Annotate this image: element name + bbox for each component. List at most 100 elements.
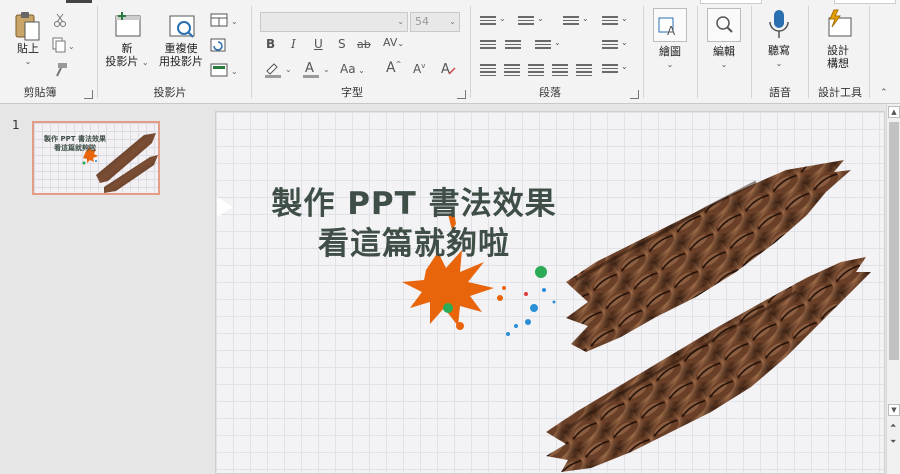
change-case-button[interactable]: Aa ⌄ xyxy=(340,62,365,76)
font-name-combobox[interactable]: ⌄ xyxy=(260,12,408,32)
slide-canvas[interactable]: 製作 PPT 書法效果 看這篇就夠啦 xyxy=(215,111,885,474)
numbering-icon[interactable] xyxy=(518,14,534,28)
ribbon: 貼上 ⌄ ⌄ 剪貼簿 新 投影片 ⌄ 重複使 用投影片 ⌄ ⌄ 投影片 ⌄ 54… xyxy=(0,0,900,104)
calligraphy-artwork xyxy=(402,160,871,472)
highlight-icon[interactable]: ⌄ xyxy=(264,60,294,78)
svg-text:⌄: ⌄ xyxy=(231,17,238,26)
align-right-icon[interactable] xyxy=(528,62,544,76)
svg-text:A: A xyxy=(441,62,450,76)
group-separator xyxy=(808,6,809,98)
scroll-thumb[interactable] xyxy=(889,122,899,360)
dictate-label: 聽寫 xyxy=(768,44,790,57)
clear-formatting-icon[interactable]: A xyxy=(440,60,456,77)
svg-text:⌄: ⌄ xyxy=(285,65,292,74)
italic-button[interactable]: I xyxy=(291,37,296,51)
scroll-up-icon[interactable]: ▲ xyxy=(888,106,900,118)
chevron-down-icon: ⌄ xyxy=(775,59,783,68)
format-painter-icon[interactable] xyxy=(52,62,68,78)
slide-title[interactable]: 製作 PPT 書法效果 看這篇就夠啦 xyxy=(244,184,584,264)
microphone-icon xyxy=(764,8,794,42)
ribbon-top-edge xyxy=(700,0,762,4)
next-slide-icon[interactable]: ⏷ xyxy=(890,438,896,446)
design-ideas-icon xyxy=(823,8,853,42)
designer-group-label: 設計工具 xyxy=(818,86,862,99)
new-slide-button[interactable]: 新 投影片 ⌄ xyxy=(103,10,151,69)
increase-indent-icon[interactable] xyxy=(505,38,521,52)
thumbnail-title: 製作 PPT 書法效果 看這篇就夠啦 xyxy=(42,135,108,153)
editing-button[interactable]: 編輯 ⌄ xyxy=(704,8,744,71)
design-ideas-button[interactable]: 設計 構想 xyxy=(815,8,861,70)
ribbon-top-edge-2 xyxy=(834,0,896,4)
chevron-down-icon: ⌄ xyxy=(666,60,674,69)
chevron-down-icon: ⌄ xyxy=(621,14,628,23)
voice-group-label: 語音 xyxy=(769,86,791,99)
paste-button[interactable]: 貼上 ⌄ xyxy=(8,10,48,68)
section-icon[interactable]: ⌄ xyxy=(210,62,240,78)
chevron-down-icon: ⌄ xyxy=(449,17,456,26)
font-size-combobox[interactable]: 54 ⌄ xyxy=(410,12,460,32)
group-separator xyxy=(751,6,752,98)
shadow-button[interactable]: S xyxy=(338,37,346,51)
reuse-slides-button[interactable]: 重複使 用投影片 xyxy=(156,10,206,68)
slide-title-line-1: 製作 PPT 書法效果 xyxy=(271,186,557,222)
scroll-down-icon[interactable]: ▼ xyxy=(888,404,900,416)
underline-button[interactable]: U xyxy=(314,37,323,51)
slide-title-line-2: 看這篇就夠啦 xyxy=(318,226,510,262)
decrease-indent-icon[interactable] xyxy=(480,38,496,52)
distributed-icon[interactable] xyxy=(576,62,592,76)
drawing-button[interactable]: A 繪圖 ⌄ xyxy=(650,8,690,71)
bold-button[interactable]: B xyxy=(266,37,275,51)
text-direction-icon[interactable] xyxy=(602,14,618,28)
paste-icon xyxy=(13,10,43,41)
line-spacing-icon[interactable] xyxy=(563,14,579,28)
align-text-icon[interactable] xyxy=(602,38,618,52)
design-ideas-label-2: 構想 xyxy=(827,57,849,70)
group-separator xyxy=(869,6,870,98)
reset-icon[interactable] xyxy=(210,37,226,53)
dictate-button[interactable]: 聽寫 ⌄ xyxy=(758,8,800,70)
previous-slide-icon[interactable]: ⏶ xyxy=(890,422,896,430)
grow-font-button[interactable]: A^ xyxy=(386,60,401,76)
svg-text:⌄: ⌄ xyxy=(231,67,238,76)
align-left-icon[interactable] xyxy=(480,62,496,76)
chevron-down-icon: ⌄ xyxy=(397,17,404,26)
clipboard-group-label: 剪貼簿 xyxy=(23,86,57,99)
slide-thumbnail[interactable]: 製作 PPT 書法效果 看這篇就夠啦 xyxy=(32,121,160,195)
smartart-icon[interactable] xyxy=(602,62,618,76)
copy-icon[interactable]: ⌄ xyxy=(52,37,75,53)
paste-label: 貼上 xyxy=(17,42,39,55)
chevron-down-icon: ⌄ xyxy=(621,38,628,47)
svg-text:A: A xyxy=(667,24,676,38)
layout-icon[interactable]: ⌄ xyxy=(210,12,240,28)
group-separator xyxy=(251,6,252,98)
find-icon xyxy=(707,8,741,42)
strikethrough-button[interactable]: ab xyxy=(357,38,371,51)
new-slide-icon xyxy=(112,10,142,40)
new-slide-label-1: 新 xyxy=(121,42,133,55)
align-center-icon[interactable] xyxy=(504,62,520,76)
cut-icon[interactable] xyxy=(52,12,68,28)
vertical-scrollbar[interactable]: ▲ ▼ ⏶ ⏷ xyxy=(886,104,900,474)
group-separator xyxy=(697,6,698,98)
shrink-font-button[interactable]: Av xyxy=(413,62,425,76)
drawing-label: 繪圖 xyxy=(659,45,681,58)
clipboard-launcher-icon[interactable] xyxy=(84,90,93,99)
font-color-icon[interactable]: A ⌄ xyxy=(302,60,332,78)
reuse-slides-icon xyxy=(166,10,196,40)
editing-label: 編輯 xyxy=(713,45,735,58)
bullets-icon[interactable] xyxy=(480,14,496,28)
group-separator xyxy=(470,6,471,98)
paragraph-launcher-icon[interactable] xyxy=(630,90,639,99)
char-spacing-button[interactable]: AV⌄ xyxy=(383,36,404,49)
font-launcher-icon[interactable] xyxy=(457,90,466,99)
shapes-icon: A xyxy=(653,8,687,42)
columns-icon[interactable] xyxy=(535,38,551,52)
justify-icon[interactable] xyxy=(552,62,568,76)
chevron-down-icon: ⌄ xyxy=(499,14,506,23)
slides-group-label: 投影片 xyxy=(153,86,187,99)
font-size-value: 54 xyxy=(415,15,429,28)
svg-text:⌄: ⌄ xyxy=(68,42,74,51)
collapse-ribbon-icon[interactable]: ⌃ xyxy=(880,88,888,98)
chevron-down-icon: ⌄ xyxy=(621,62,628,71)
new-slide-label-2: 投影片 ⌄ xyxy=(105,55,149,68)
